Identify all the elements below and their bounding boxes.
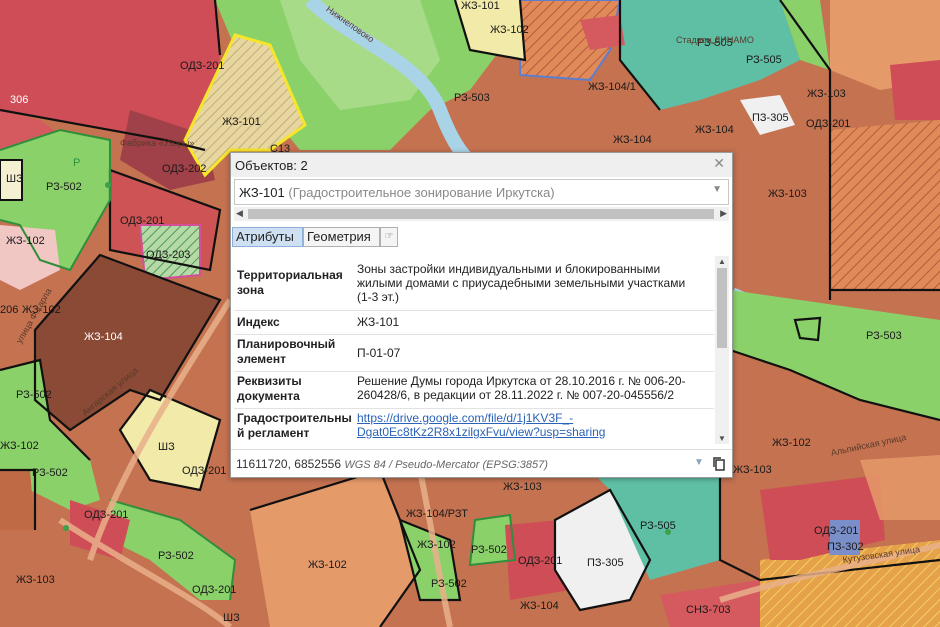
object-select-value: ЖЗ-101 (Градостроительное зонирование Ир… <box>239 185 555 200</box>
scroll-down-icon[interactable]: ▼ <box>718 434 726 443</box>
vertical-scroll-thumb[interactable] <box>717 268 727 348</box>
chevron-down-icon[interactable]: ▼ <box>712 184 722 195</box>
regulation-link[interactable]: https://drive.google.com/file/d/1j1KV3F_… <box>357 411 605 439</box>
attr-key: Планировочный элемент <box>237 337 336 366</box>
coordinates-readout: 11611720, 6852556 WGS 84 / Pseudo-Mercat… <box>236 457 548 471</box>
object-select[interactable]: ЖЗ-101 (Градостроительное зонирование Ир… <box>234 179 729 205</box>
table-row: Планировочный элемент П-01-07 <box>234 334 714 372</box>
copy-icon[interactable] <box>712 456 726 471</box>
table-row: Градостроительны й регламент https://driv… <box>234 408 714 444</box>
selected-object-name: ЖЗ-101 <box>239 185 285 200</box>
selected-object-layer: (Градостроительное зонирование Иркутска) <box>288 185 555 200</box>
table-row: Индекс ЖЗ-101 <box>234 310 714 335</box>
popup-title: Объектов: 2 <box>235 158 308 173</box>
crs-label: WGS 84 / Pseudo-Mercator (EPSG:3857) <box>344 459 548 471</box>
table-row: Реквизиты документа Решение Думы города И… <box>234 371 714 409</box>
svg-text:P: P <box>73 157 80 169</box>
vertical-scrollbar[interactable]: ▲ ▼ <box>715 256 729 444</box>
attr-value: П-01-07 <box>357 346 401 360</box>
scroll-left-icon[interactable]: ◀ <box>236 208 243 219</box>
tab-attributes[interactable]: Атрибуты <box>232 227 303 247</box>
attr-value: Решение Думы города Иркутска от 28.10.20… <box>357 374 686 402</box>
scroll-right-icon[interactable]: ▶ <box>720 208 727 219</box>
scroll-up-icon[interactable]: ▲ <box>718 257 726 266</box>
tab-geometry[interactable]: Геометрия <box>303 227 380 247</box>
attr-key: Территориальная зона <box>237 268 343 297</box>
table-row: Территориальная зона Зоны застройки индив… <box>234 258 714 311</box>
popup-header: Объектов: 2 ✕ <box>231 153 732 177</box>
attribute-table: Территориальная зона Зоны застройки индив… <box>234 258 714 444</box>
attr-value: Зоны застройки индивидуальными и блокиро… <box>357 262 686 304</box>
popup-footer: 11611720, 6852556 WGS 84 / Pseudo-Mercat… <box>231 449 732 478</box>
coordinates-value: 11611720, 6852556 <box>236 457 341 471</box>
attr-value: https://drive.google.com/file/d/1j1KV3F_… <box>357 411 712 439</box>
attr-key: Индекс <box>237 315 280 329</box>
zoom-to-object-icon[interactable]: ☞ <box>380 227 398 247</box>
feature-info-popup: Объектов: 2 ✕ ЖЗ-101 (Градостроительное … <box>230 152 733 478</box>
close-icon[interactable]: ✕ <box>713 155 725 172</box>
attr-key: Градостроительны й регламент <box>237 411 352 440</box>
horizontal-scrollbar[interactable]: ◀ ▶ <box>234 207 729 221</box>
crs-dropdown-icon[interactable]: ▼ <box>694 457 704 468</box>
attr-key: Реквизиты документа <box>237 374 302 403</box>
horizontal-scroll-thumb[interactable] <box>248 209 714 219</box>
attr-value: ЖЗ-101 <box>357 315 400 329</box>
